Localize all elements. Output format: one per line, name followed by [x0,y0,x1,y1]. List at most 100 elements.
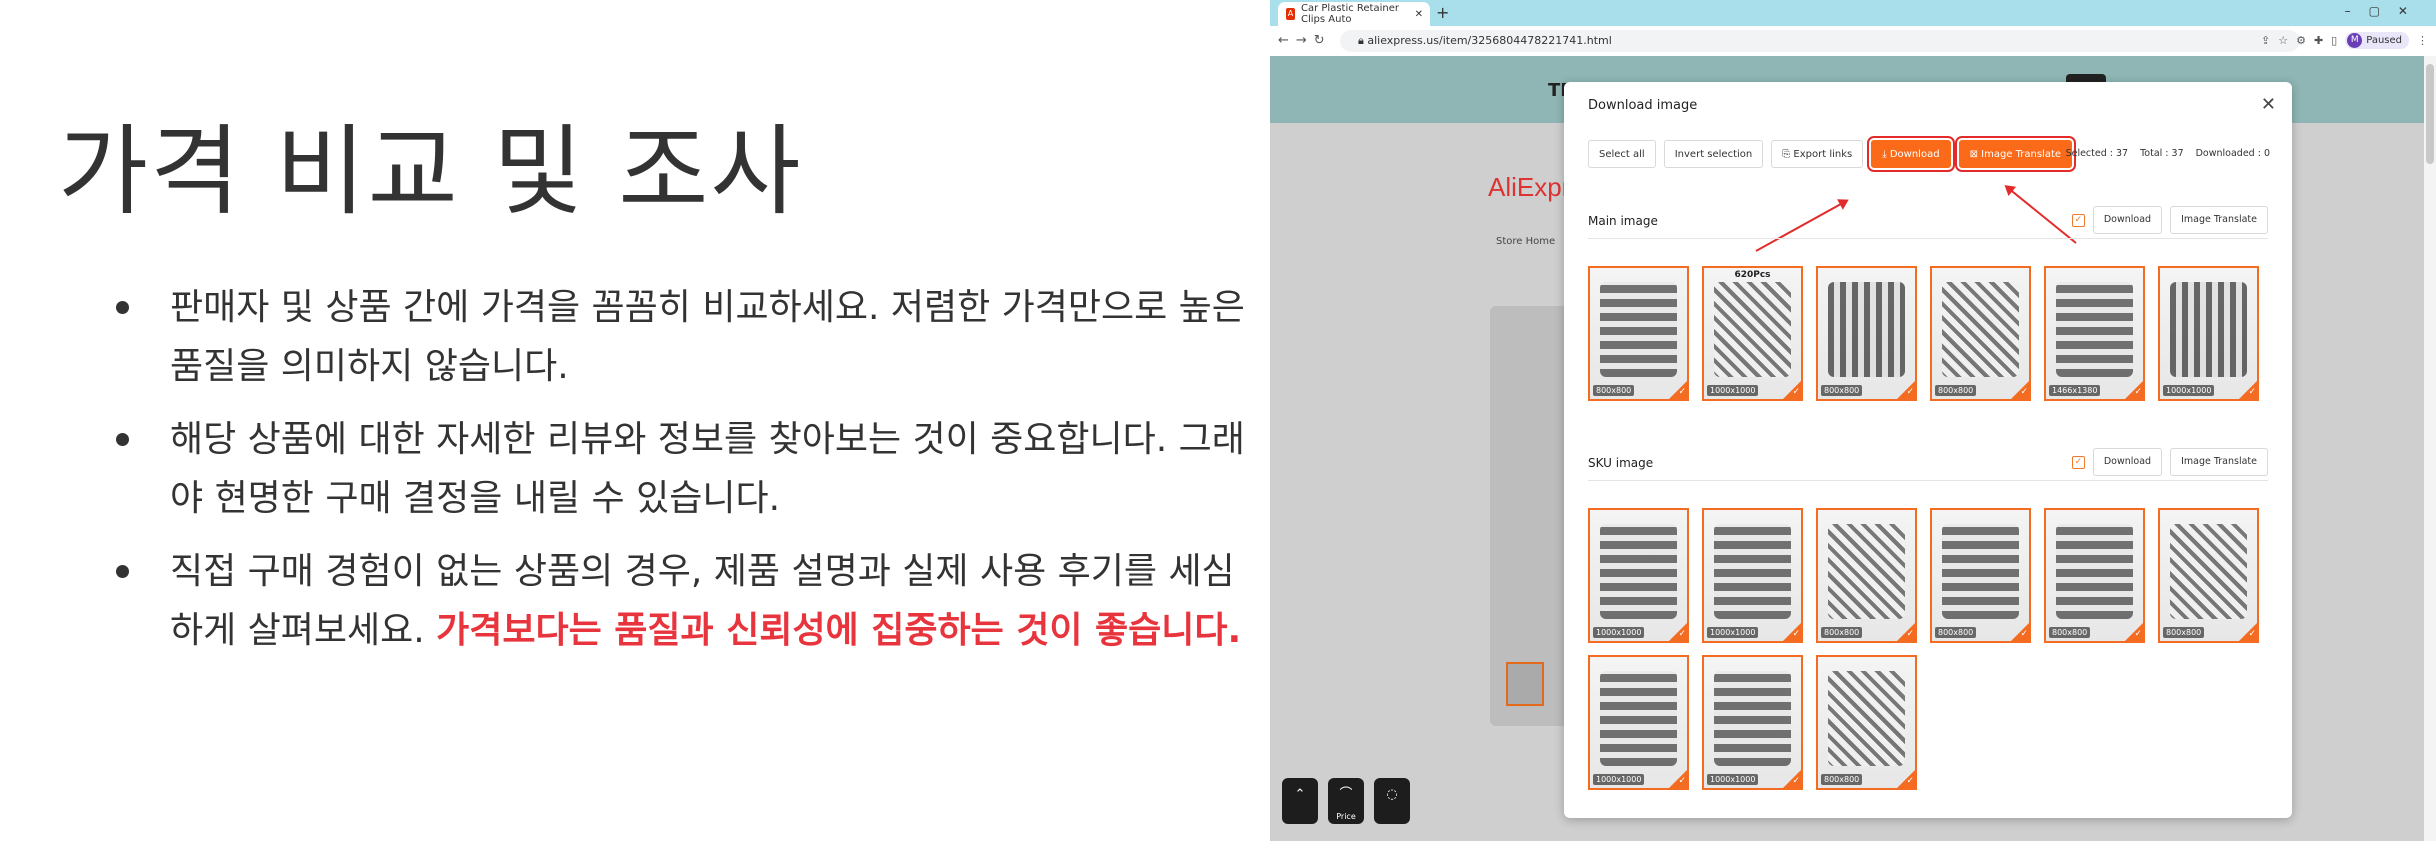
bullet-dot-icon [116,433,129,446]
new-tab-icon[interactable]: + [1436,3,1449,22]
total-count: Total : 37 [2140,148,2184,159]
section-download-button[interactable]: Download [2092,206,2163,234]
product-image [2056,524,2133,619]
download-icon: ⤓ [1882,149,1890,160]
image-translate-button[interactable]: ⊠ Image Translate [1954,136,2077,172]
selection-stats: Selected : 37 Total : 37 Downloaded : 0 [2066,148,2270,159]
product-image [1828,671,1905,766]
profile-status: Paused [2366,35,2402,46]
image-dimensions: 1000x1000 [1707,774,1759,785]
section-actions: ✓ Download Image Translate [2071,448,2268,476]
lock-icon: 🔒︎ [1358,34,1368,47]
section-download-button[interactable]: Download [2092,448,2163,476]
select-all-button[interactable]: Select all [1588,140,1656,168]
selected-check-icon: ✓ [1783,381,1801,399]
section-actions: ✓ Download Image Translate [2071,206,2268,234]
downloaded-count: Downloaded : 0 [2195,148,2270,159]
bullet-text: 해당 상품에 대한 자세한 리뷰와 정보를 찾아보는 것이 중요합니다. 그래야… [170,419,1245,519]
price-button[interactable]: ⌒ Price [1328,778,1364,824]
image-tile[interactable]: 1000x1000 ✓ [1702,508,1803,643]
image-tile[interactable]: 800x800 ✓ [2158,508,2259,643]
image-tile[interactable]: 1000x1000 ✓ [1702,655,1803,790]
export-links-label: Export links [1793,149,1853,160]
sku-image-grid: 1000x1000 ✓ 1000x1000 ✓ 800x800 ✓ 800x800 ✓ … [1588,508,2288,790]
profile-button[interactable]: M Paused [2345,32,2409,49]
section-checkbox[interactable]: ✓ [2071,455,2085,469]
close-icon[interactable]: ✕ [2261,94,2276,115]
scrollbar-thumb[interactable] [2426,64,2434,164]
selected-check-icon: ✓ [2011,623,2029,641]
image-tile[interactable]: 1000x1000 ✓ [1588,655,1689,790]
puzzle-icon[interactable]: ✚ [2314,34,2323,47]
image-dimensions: 1000x1000 [1707,627,1759,638]
image-tile[interactable]: 1000x1000 ✓ [2158,266,2259,401]
download-image-modal: Download image ✕ Select all Invert selec… [1564,82,2292,818]
selected-check-icon: ✓ [2125,381,2143,399]
nav-buttons[interactable]: ←→↻ [1278,33,1332,48]
tab-bar: A Car Plastic Retainer Clips Auto ✕ + –▢… [1270,0,2436,26]
image-tile[interactable]: 1000x1000 ✓ [1588,508,1689,643]
invert-selection-button[interactable]: Invert selection [1663,140,1764,168]
image-label: 620Pcs [1734,270,1771,280]
image-dimensions: 1466x1380 [2049,385,2101,396]
image-tile[interactable]: 800x800 ✓ [1930,266,2031,401]
product-thumbnail[interactable] [1506,662,1544,706]
scrollbar[interactable] [2424,56,2436,841]
bullet-dot-icon [116,565,129,578]
image-tile[interactable]: 800x800 ✓ [1588,266,1689,401]
address-bar: ←→↻ 🔒︎ aliexpress.us/item/32568044782217… [1270,26,2436,57]
image-tile[interactable]: 800x800 ✓ [1816,266,1917,401]
image-dimensions: 800x800 [2049,627,2091,638]
product-image [1828,524,1905,619]
share-icon[interactable]: ⇪ [2261,34,2270,47]
image-tile[interactable]: 800x800 ✓ [1816,655,1917,790]
selected-check-icon: ✓ [1783,770,1801,788]
window-controls[interactable]: –▢✕ [2345,4,2426,18]
product-image [1828,282,1905,377]
product-image [2170,524,2247,619]
extension-icon[interactable]: ⚙ [2296,34,2306,47]
main-image-grid: 800x800 ✓ 620Pcs 1000x1000 ✓ 800x800 ✓ 800x8… [1588,266,2288,401]
download-button[interactable]: ⤓ Download [1867,136,1955,172]
selected-check-icon: ✓ [1897,381,1915,399]
bullet-text: 판매자 및 상품 간에 가격을 꼼꼼히 비교하세요. 저렴한 가격만으로 높은 … [170,287,1245,387]
menu-icon[interactable]: ⋮ [2417,34,2428,47]
bullet-item: 판매자 및 상품 간에 가격을 꼼꼼히 비교하세요. 저렴한 가격만으로 높은 … [112,278,1262,396]
floating-toolbar: ⌃ ⌒ Price ◌ [1282,778,1410,824]
browser-screenshot: A Car Plastic Retainer Clips Auto ✕ + –▢… [1270,0,2436,841]
section-checkbox[interactable]: ✓ [2071,213,2085,227]
image-tile[interactable]: 620Pcs 1000x1000 ✓ [1702,266,1803,401]
product-image [1714,282,1791,377]
selected-check-icon: ✓ [2239,623,2257,641]
product-image [1600,671,1677,766]
aliexpress-favicon-icon: A [1286,8,1295,20]
chat-icon: ◌ [1386,787,1398,802]
image-tile[interactable]: 800x800 ✓ [1816,508,1917,643]
download-label: Download [1889,149,1940,160]
image-translate-label: Image Translate [1981,149,2062,160]
bullet-list: 판매자 및 상품 간에 가격을 꼼꼼히 비교하세요. 저렴한 가격만으로 높은 … [112,278,1262,674]
image-tile[interactable]: 800x800 ✓ [1930,508,2031,643]
selected-check-icon: ✓ [1897,623,1915,641]
star-icon[interactable]: ☆ [2278,34,2288,47]
price-label: Price [1336,812,1356,821]
chat-button[interactable]: ◌ [1374,778,1410,824]
top-button[interactable]: ⌃ [1282,778,1318,824]
main-image-section-header: Main image ✓ Download Image Translate [1588,206,2268,239]
browser-tab[interactable]: A Car Plastic Retainer Clips Auto ✕ [1278,2,1430,26]
image-tile[interactable]: 1466x1380 ✓ [2044,266,2145,401]
bullet-dot-icon [116,301,129,314]
image-dimensions: 1000x1000 [1707,385,1759,396]
section-translate-button[interactable]: Image Translate [2170,206,2268,234]
image-dimensions: 800x800 [1821,385,1863,396]
store-home-link[interactable]: Store Home [1496,236,1555,247]
product-image [1714,671,1791,766]
image-tile[interactable]: 800x800 ✓ [2044,508,2145,643]
sidebar-icon[interactable]: ▯ [2331,34,2337,47]
url-field[interactable]: 🔒︎ aliexpress.us/item/3256804478221741.h… [1340,30,2300,52]
bullet-item: 해당 상품에 대한 자세한 리뷰와 정보를 찾아보는 것이 중요합니다. 그래야… [112,410,1262,528]
export-links-button[interactable]: ⎘ Export links [1771,140,1864,168]
image-dimensions: 1000x1000 [1593,627,1645,638]
section-translate-button[interactable]: Image Translate [2170,448,2268,476]
close-tab-icon[interactable]: ✕ [1415,9,1423,20]
